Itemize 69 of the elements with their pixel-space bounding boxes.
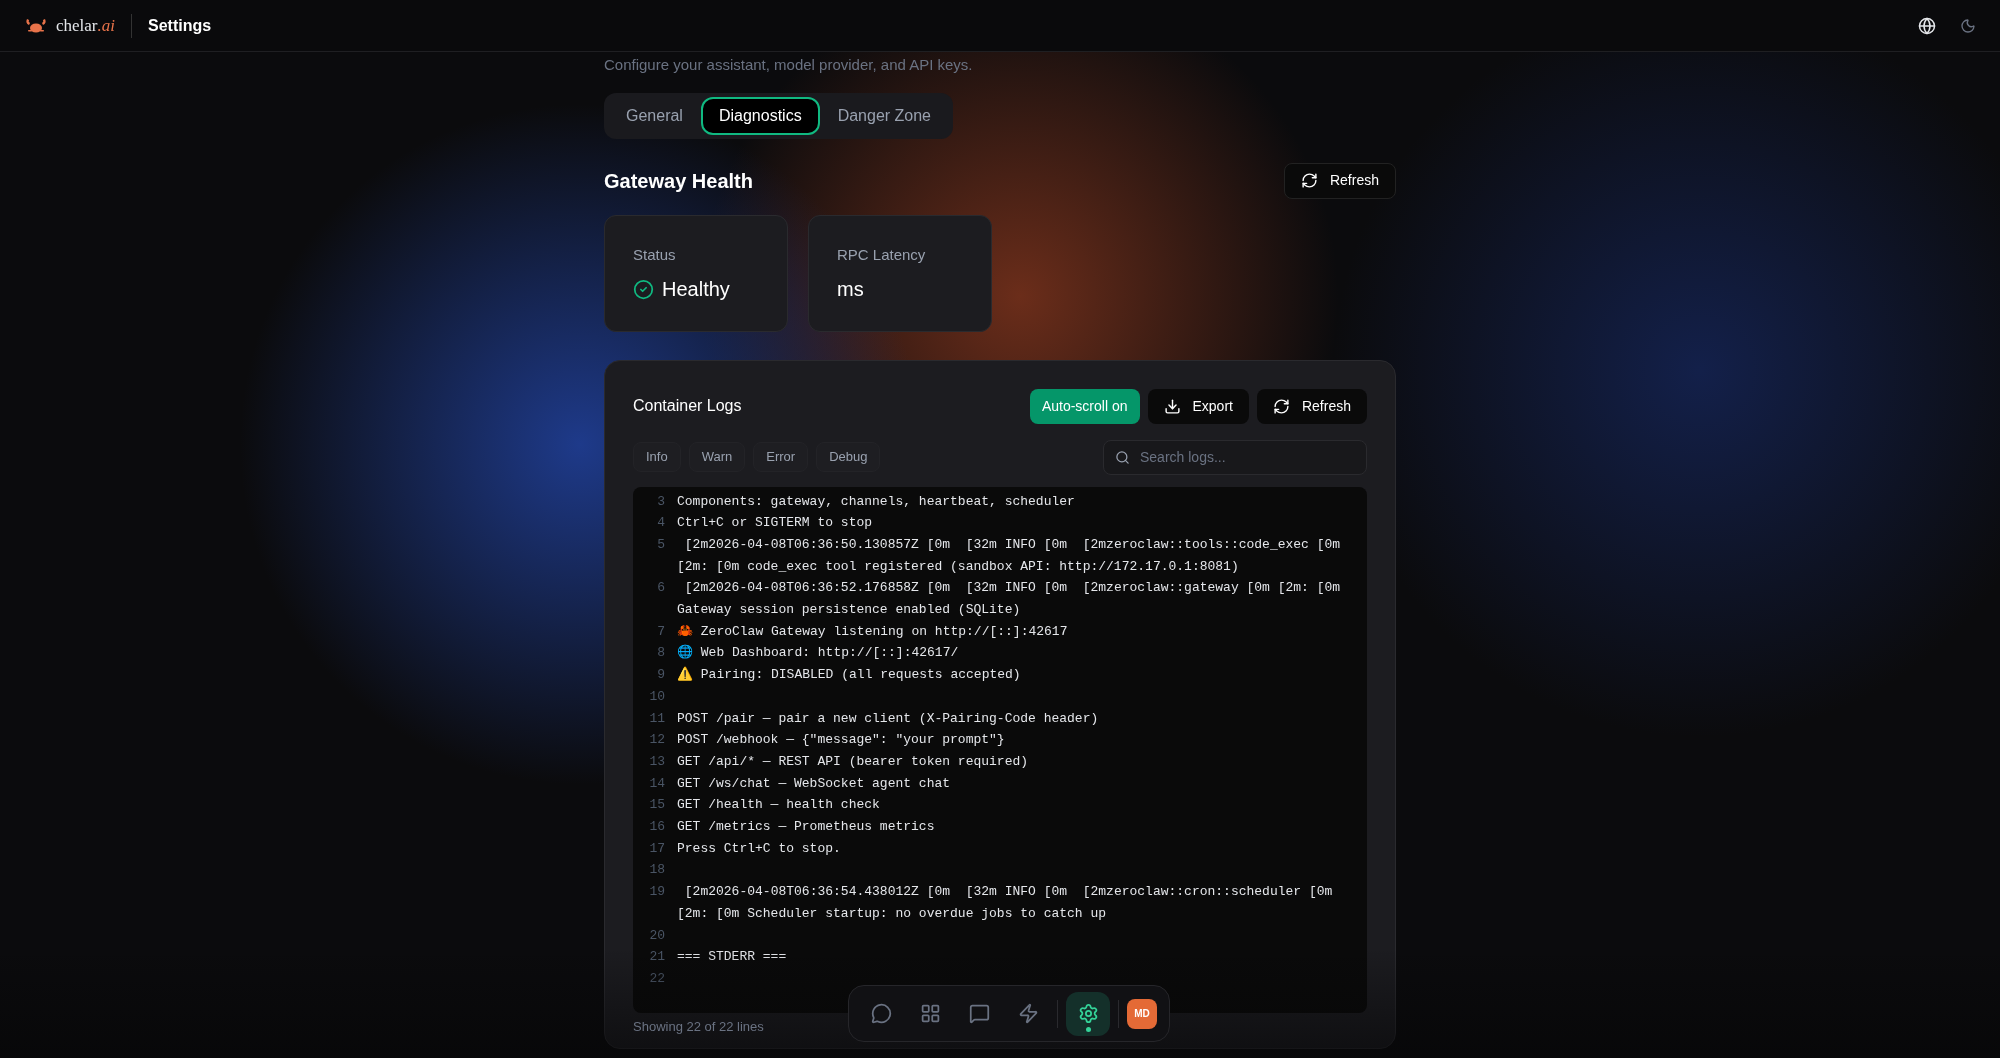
line-number: 15 — [648, 796, 666, 815]
tab[interactable]: Danger Zone — [819, 96, 949, 135]
line-number: 11 — [648, 709, 666, 728]
line-number: 3 — [656, 492, 666, 511]
page-subtitle: Configure your assistant, model provider, and API keys. — [604, 55, 974, 75]
line-number: 22 — [648, 969, 666, 988]
filter-chip[interactable]: Info — [633, 442, 681, 472]
download-icon — [1163, 397, 1181, 415]
refresh-icon — [1300, 172, 1318, 189]
line-number: 5 — [656, 535, 666, 554]
log-line: Press Ctrl+C to stop. — [677, 839, 841, 858]
log-line: Ctrl+C or SIGTERM to stop — [677, 514, 873, 533]
filter-chip[interactable]: Debug — [816, 442, 881, 472]
log-line: Components: gateway, channels, heartbeat, scheduler — [677, 492, 1075, 511]
log-line: GET /ws/chat — WebSocket agent chat — [677, 774, 951, 793]
section-heading: Gateway Health — [604, 168, 753, 194]
stat-value: Healthy — [662, 277, 730, 302]
line-number: 18 — [648, 861, 666, 880]
moon-icon[interactable] — [1960, 17, 1976, 34]
filter-chip[interactable]: Error — [753, 442, 809, 472]
message-square-icon[interactable] — [969, 1003, 990, 1024]
log-line: [2m2026-04-08T06:36:52.176858Z [0m [32m INFO [0m [2mzeroclaw::gateway [0m [2m: [0m Gateway session persistence enabled (SQLite) — [677, 579, 1342, 619]
tab[interactable]: General — [608, 96, 701, 135]
line-number: 19 — [648, 883, 666, 902]
log-line: POST /pair — pair a new client (X-Pairing-Code header) — [677, 709, 1099, 728]
log-line: [2m2026-04-08T06:36:50.130857Z [0m [32m INFO [0m [2mzeroclaw::tools::code_exec [0m [2m: [0m code_exec tool registered (sandbox API: http://172.17.0.1:8081) — [677, 535, 1342, 576]
line-number: 20 — [648, 926, 666, 945]
grid-icon[interactable] — [920, 1003, 941, 1024]
log-line: GET /health — health check — [677, 796, 880, 815]
page-title: Settings — [148, 15, 212, 36]
search-field[interactable]: Search logs... — [1103, 439, 1367, 475]
tab[interactable]: Diagnostics — [700, 96, 820, 135]
refresh-button[interactable]: Refresh — [1256, 388, 1367, 424]
search-icon — [1115, 449, 1130, 465]
line-number: 8 — [656, 644, 666, 663]
lightning-icon[interactable] — [1018, 1003, 1039, 1024]
log-line: GET /metrics — Prometheus metrics — [677, 818, 935, 837]
line-number: 16 — [648, 818, 666, 837]
settings-icon[interactable] — [1066, 991, 1110, 1036]
filter-chip[interactable]: Warn — [688, 442, 746, 472]
auto-scroll-button[interactable]: Auto-scroll on — [1029, 388, 1140, 424]
line-number: 10 — [648, 687, 666, 706]
line-number: 4 — [656, 514, 666, 533]
line-count: Showing 22 of 22 lines — [633, 1017, 765, 1036]
log-line: === STDERR === — [677, 948, 787, 967]
log-line: 🦀 ZeroClaw Gateway listening on http://[::]:42617 — [677, 622, 1068, 641]
refresh-icon — [1272, 397, 1290, 415]
log-line: GET /api/* — REST API (bearer token required) — [677, 752, 1029, 771]
panel-title: Container Logs — [633, 396, 742, 416]
chat-bubble-icon[interactable] — [871, 1003, 892, 1024]
line-number: 12 — [648, 731, 666, 750]
globe-icon[interactable] — [1918, 16, 1936, 35]
line-number: 7 — [656, 622, 666, 641]
line-number: 17 — [648, 839, 666, 858]
log-line: [2m2026-04-08T06:36:54.438012Z [0m [32m INFO [0m [2mzeroclaw::cron::scheduler [0m [2m: [0m Scheduler startup: no overdue jobs to catch up — [677, 883, 1334, 923]
log-line: POST /webhook — {"message": "your prompt"} — [677, 731, 1005, 750]
line-number: 9 — [656, 666, 666, 685]
stat-label: RPC Latency — [837, 244, 927, 265]
line-number: 14 — [648, 774, 666, 793]
line-number: 21 — [648, 948, 666, 967]
line-number: 6 — [656, 579, 666, 598]
line-number: 13 — [648, 752, 666, 771]
log-line: 🌐 Web Dashboard: http://[::]:42617/ — [677, 643, 959, 663]
log-line: ⚠ Pairing: DISABLED (all requests accepted) — [677, 665, 1021, 685]
brand-name: chelar.ai — [56, 14, 115, 37]
stat-value: ms — [837, 277, 864, 302]
export-button[interactable]: Export — [1147, 388, 1249, 424]
refresh-button[interactable]: Refresh — [1283, 162, 1396, 199]
stat-label: Status — [633, 244, 677, 265]
